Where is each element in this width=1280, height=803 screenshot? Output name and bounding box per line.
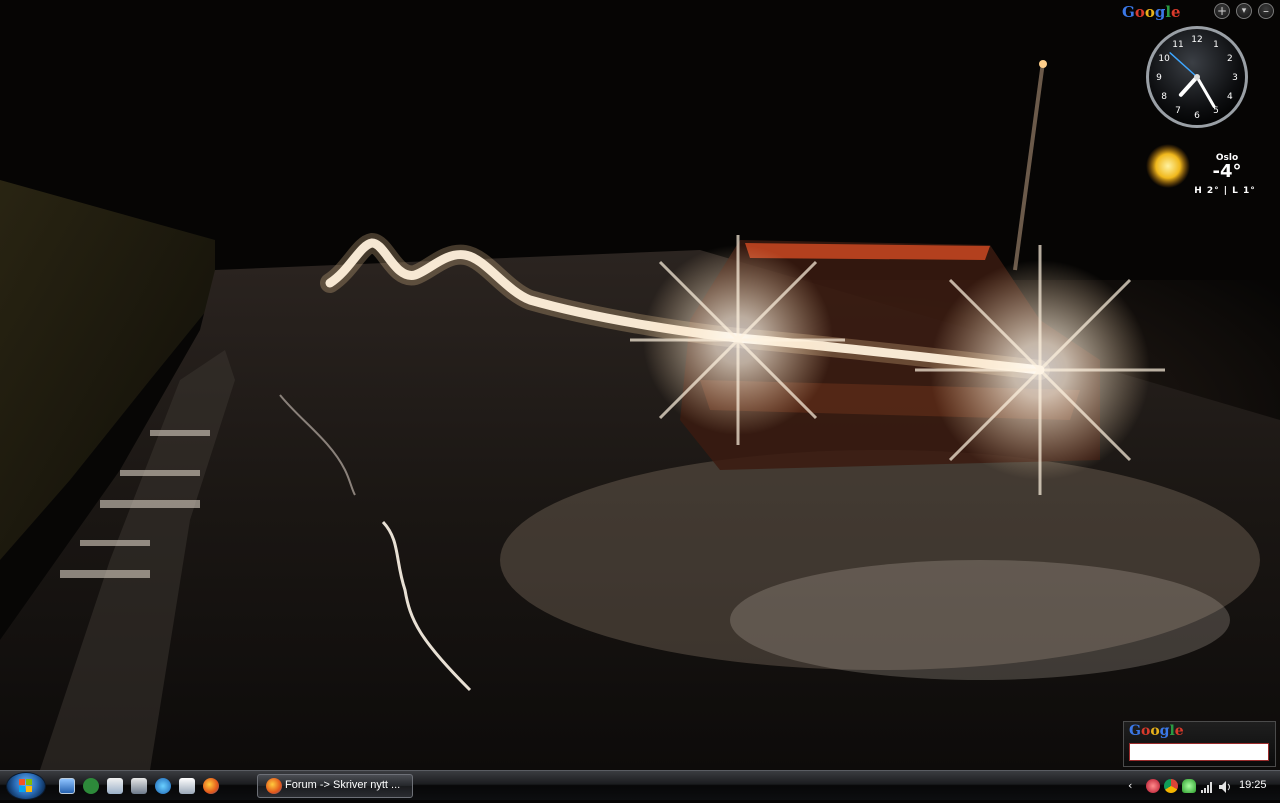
ie-icon[interactable] [155,778,171,794]
chrome-icon[interactable] [1164,779,1178,793]
google-search-gadget: Google [1123,721,1276,767]
sidebar-minimize-button[interactable]: – [1258,3,1274,19]
taskbar-button-firefox[interactable]: Forum -> Skriver nytt ... [257,774,413,798]
winamp-icon[interactable] [131,778,147,794]
add-gadget-button[interactable]: + [1214,3,1230,19]
weather-high-low: H 2° | L 1° [1194,186,1256,196]
clock-numeral: 2 [1227,54,1233,64]
clock-gadget[interactable]: 121234567891011 [1144,24,1250,130]
google-search-logo: Google [1129,723,1184,739]
messenger-icon[interactable] [1182,779,1196,793]
show-desktop-icon[interactable] [59,778,75,794]
utorrent-icon[interactable] [83,778,99,794]
firefox-icon[interactable] [203,778,219,794]
clock-numeral: 6 [1194,111,1200,121]
clock-numeral: 11 [1172,40,1183,50]
sun-icon [1146,144,1190,188]
clock-numeral: 12 [1191,35,1202,45]
windows-logo-icon [19,779,32,792]
clock-numeral: 4 [1227,92,1233,102]
clock-numeral: 8 [1161,92,1167,102]
firefox-icon [266,778,282,794]
clock-numeral: 7 [1175,106,1181,116]
taskbar: Forum -> Skriver nytt ... ‹ 19:25 [0,770,1280,800]
clock-numeral: 1 [1213,40,1219,50]
start-button[interactable] [6,772,46,800]
sidebar-menu-button[interactable]: ▾ [1236,3,1252,19]
chevron-left-icon[interactable]: ‹ [1128,779,1142,793]
file-icon[interactable] [179,778,195,794]
taskbar-button-label: Forum -> Skriver nytt ... [285,779,401,791]
google-search-input[interactable] [1129,743,1269,761]
signal-icon[interactable] [1200,779,1214,793]
volume-icon[interactable] [1218,779,1232,793]
night-road-photo [0,0,1280,770]
taskbar-clock[interactable]: 19:25 [1239,779,1267,791]
google-sidebar-logo[interactable]: Google [1122,3,1181,21]
weather-temperature: -4° [1212,161,1242,182]
clock-numeral: 9 [1156,73,1162,83]
clock-numeral: 3 [1232,73,1238,83]
desktop-wallpaper [0,0,1280,770]
clock-numeral: 10 [1158,54,1170,64]
clock-center-pin [1194,74,1200,80]
itunes-icon[interactable] [1146,779,1160,793]
document-icon[interactable] [107,778,123,794]
